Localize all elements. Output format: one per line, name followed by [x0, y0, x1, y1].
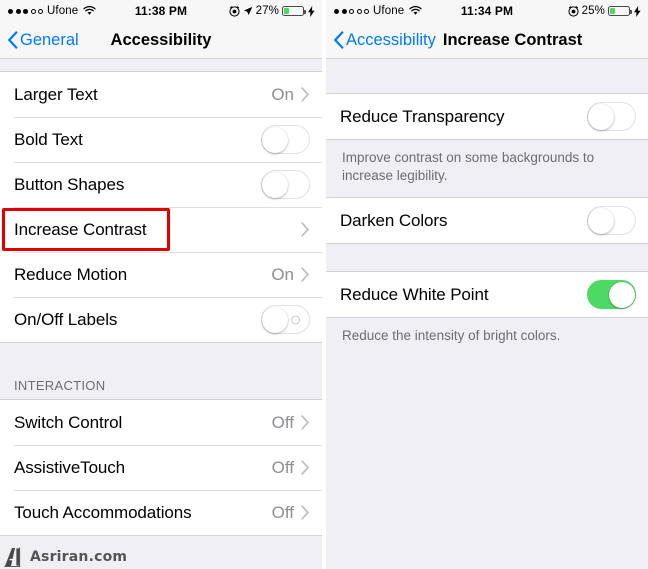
list-item[interactable]: Reduce White Point	[326, 272, 648, 318]
battery-percent-label: 27%	[255, 5, 279, 17]
left-nav-bar: General Accessibility	[0, 22, 322, 59]
list-item-value: Off	[271, 502, 294, 522]
list-item[interactable]: Bold Text	[0, 117, 322, 162]
chevron-right-icon	[301, 222, 310, 237]
list-item-value: On	[271, 264, 294, 284]
list-item[interactable]: Reduce Transparency	[326, 94, 648, 139]
list-item-label: Darken Colors	[340, 210, 448, 230]
page-title: Increase Contrast	[442, 30, 583, 49]
list-item-label: Button Shapes	[14, 174, 125, 194]
accessibility-settings-list[interactable]: Larger Text On Bold Text Button Shapes Incre…	[0, 59, 322, 569]
left-phone-screen: Ufone 11:38 PM 27% General Accessibility…	[0, 0, 322, 569]
list-item-label: Increase Contrast	[14, 219, 147, 239]
watermark-label: Asriran.com	[30, 549, 128, 565]
list-item-label: Bold Text	[14, 129, 83, 149]
toggle-knob	[609, 282, 635, 309]
chevron-left-icon	[333, 31, 344, 49]
chevron-right-icon	[301, 415, 310, 430]
list-item-label: Reduce Transparency	[340, 106, 505, 126]
interaction-group: Switch Control Off AssistiveTouch Off Touch …	[0, 399, 322, 536]
dual-screenshot-stage: Ufone 11:38 PM 27% General Accessibility…	[0, 0, 648, 569]
toggle-knob	[588, 208, 614, 235]
reduce-transparency-group: Reduce Transparency	[326, 93, 648, 140]
list-item[interactable]: Touch Accommodations Off	[0, 490, 322, 535]
toggle-switch[interactable]	[261, 125, 310, 154]
list-item[interactable]: AssistiveTouch Off	[0, 445, 322, 490]
list-top-gap	[326, 59, 648, 93]
list-item[interactable]: Larger Text On	[0, 72, 322, 117]
toggle-knob	[262, 127, 288, 153]
toggle-switch[interactable]	[587, 206, 636, 236]
right-status-bar: Ufone 11:34 PM 25%	[326, 0, 648, 22]
list-item[interactable]: Reduce Motion On	[0, 252, 322, 297]
toggle-switch[interactable]	[261, 170, 310, 199]
list-item-value: On	[271, 84, 294, 104]
list-item[interactable]: Increase Contrast	[0, 207, 322, 252]
list-item-label: Larger Text	[14, 84, 98, 104]
display-accommodations-group: Larger Text On Bold Text Button Shapes Incre…	[0, 71, 322, 343]
toggle-knob	[588, 104, 614, 130]
toggle-switch[interactable]	[261, 305, 310, 334]
darken-colors-group: Darken Colors	[326, 197, 648, 245]
section-header-label: INTERACTION	[14, 378, 106, 393]
battery-icon	[608, 6, 632, 16]
right-phone-screen: Ufone 11:34 PM 25% Accessibility Increas…	[326, 0, 648, 569]
increase-contrast-settings-list[interactable]: Reduce Transparency Improve contrast on …	[326, 59, 648, 569]
right-status-indicators: 25%	[568, 5, 641, 17]
list-item-label: AssistiveTouch	[14, 457, 126, 477]
list-item[interactable]: On/Off Labels	[0, 297, 322, 342]
toggle-switch[interactable]	[587, 280, 636, 310]
battery-percent-label: 25%	[581, 5, 605, 17]
list-item[interactable]: Button Shapes	[0, 162, 322, 207]
lightning-bolt-icon	[308, 5, 315, 17]
alarm-clock-icon	[229, 5, 240, 17]
chevron-right-icon	[301, 460, 310, 475]
group-gap	[326, 244, 648, 272]
location-arrow-icon	[243, 6, 253, 16]
back-button-accessibility[interactable]: Accessibility	[333, 31, 436, 50]
section-header-interaction: INTERACTION	[0, 343, 322, 399]
reduce-white-point-group: Reduce White Point	[326, 271, 648, 319]
list-item-label: Reduce White Point	[340, 284, 489, 304]
left-status-bar: Ufone 11:38 PM 27%	[0, 0, 322, 22]
alarm-clock-icon	[568, 5, 579, 17]
chevron-right-icon	[301, 87, 310, 102]
page-title: Accessibility	[110, 30, 212, 49]
toggle-knob	[262, 307, 288, 333]
list-item-value: Off	[271, 412, 294, 432]
reduce-transparency-description: Improve contrast on some backgrounds to …	[326, 140, 648, 198]
list-item-label: Touch Accommodations	[14, 502, 192, 522]
list-item-label: On/Off Labels	[14, 309, 118, 329]
toggle-switch[interactable]	[587, 102, 636, 131]
battery-icon	[282, 6, 306, 16]
list-top-gap	[0, 59, 322, 71]
off-label-icon	[291, 315, 300, 324]
left-status-indicators: 27%	[229, 5, 315, 17]
chevron-right-icon	[301, 267, 310, 282]
chevron-right-icon	[301, 505, 310, 520]
right-nav-bar: Accessibility Increase Contrast	[326, 22, 648, 59]
list-item[interactable]: Switch Control Off	[0, 400, 322, 445]
list-item-label: Reduce Motion	[14, 264, 128, 284]
list-item[interactable]: Darken Colors	[326, 198, 648, 244]
lightning-bolt-icon	[634, 5, 641, 17]
list-item-label: Switch Control	[14, 412, 123, 432]
ai-logo-icon	[4, 547, 26, 568]
toggle-knob	[262, 172, 288, 198]
site-watermark: Asriran.com	[4, 547, 128, 568]
list-item-value: Off	[271, 457, 294, 477]
back-button-label: Accessibility	[346, 30, 436, 49]
reduce-white-point-description: Reduce the intensity of bright colors.	[326, 318, 648, 358]
